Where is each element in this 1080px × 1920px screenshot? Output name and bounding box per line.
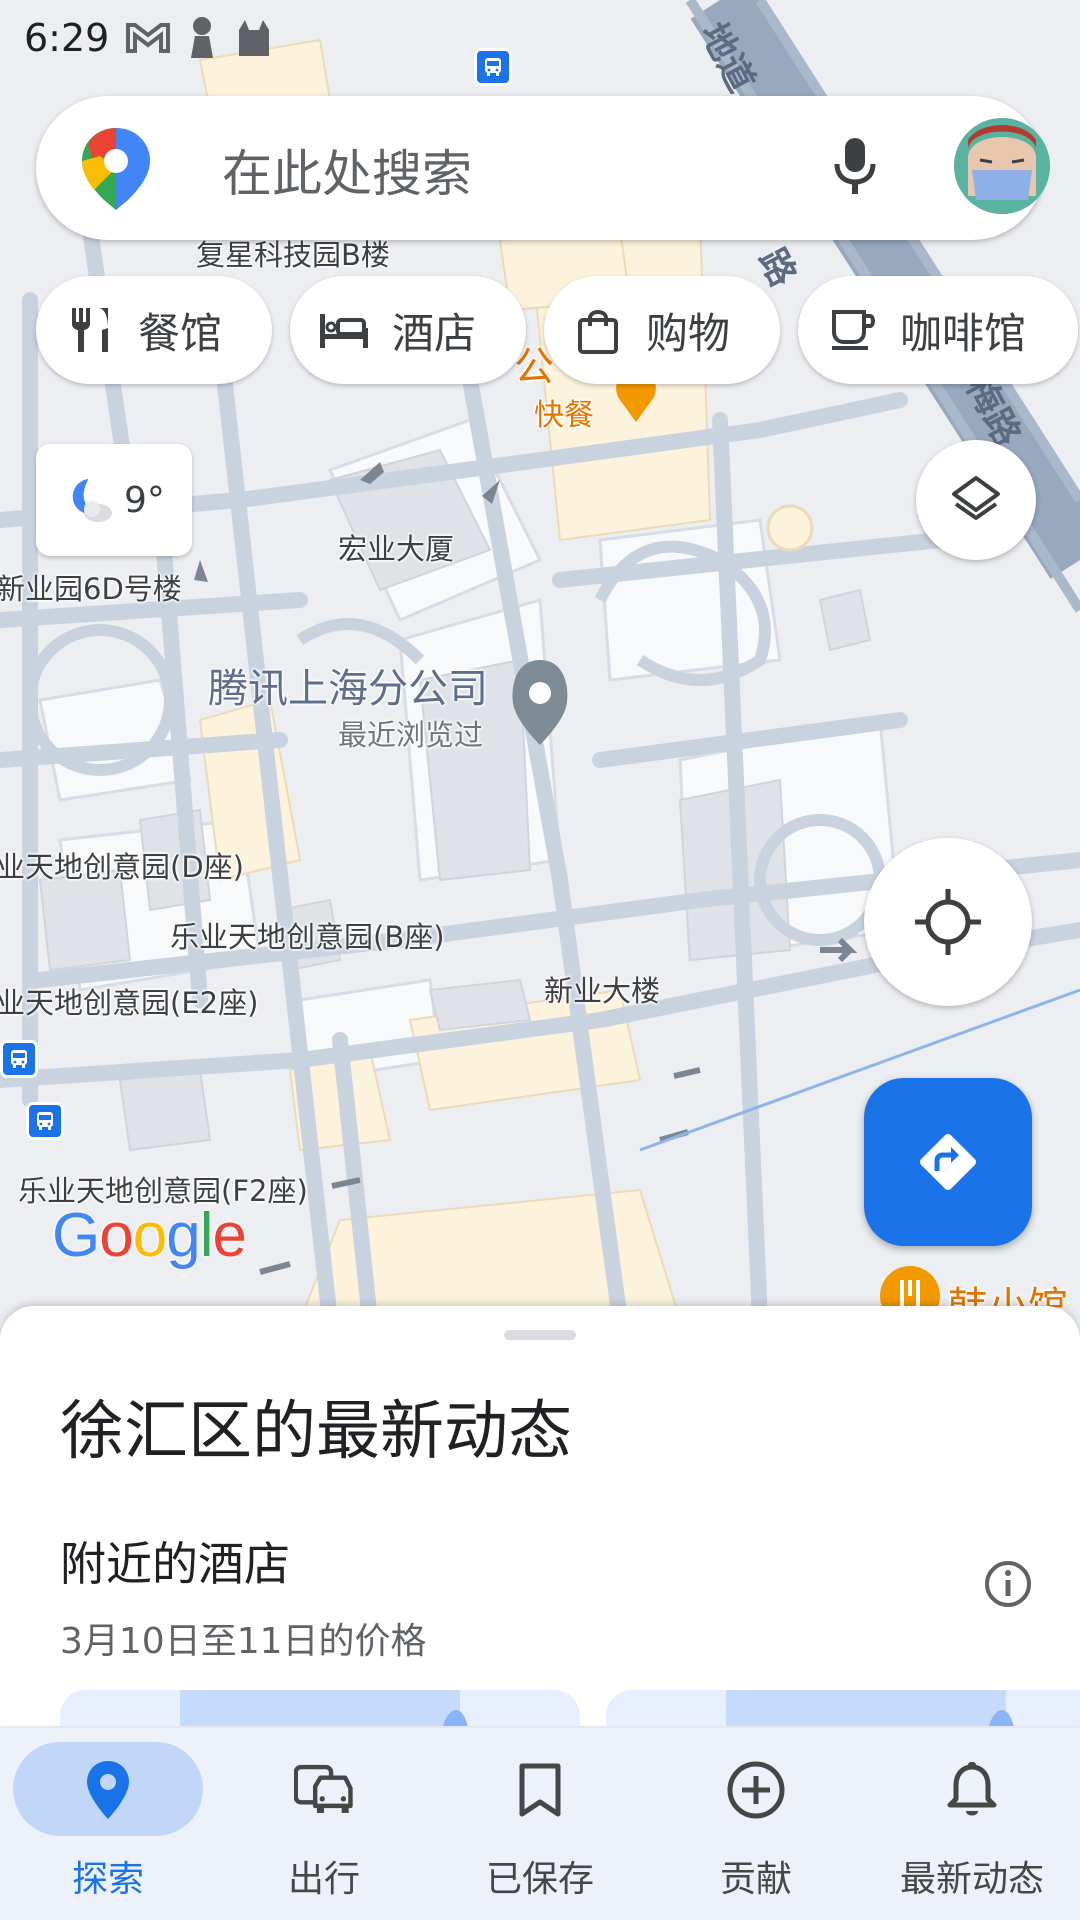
bookmark-icon — [510, 1758, 570, 1822]
gmail-notification-icon — [126, 23, 171, 53]
directions-icon — [919, 1133, 977, 1191]
shopping-bag-icon — [572, 304, 624, 356]
chip-hotels[interactable]: 酒店 — [290, 276, 526, 384]
commute-car-bus-icon — [294, 1758, 354, 1822]
bottom-navigation: 探索 出行 已保存 贡献 最新动态 — [0, 1728, 1080, 1920]
restaurant-icon — [64, 304, 116, 356]
nav-saved[interactable]: 已保存 — [432, 1728, 648, 1920]
chip-restaurants[interactable]: 餐馆 — [36, 276, 272, 384]
chip-label: 酒店 — [392, 308, 477, 358]
map-label-recent: 最近浏览过 — [338, 718, 484, 752]
notifications-bell-icon — [942, 1758, 1002, 1822]
google-logo: Google — [52, 1201, 247, 1270]
map-layers-button[interactable] — [916, 440, 1036, 560]
hotel-card[interactable] — [60, 1690, 580, 1726]
info-icon[interactable] — [982, 1558, 1034, 1610]
partly-cloudy-night-icon — [72, 479, 112, 522]
nav-explore[interactable]: 探索 — [0, 1728, 216, 1920]
nav-label: 出行 — [287, 1859, 360, 1900]
account-avatar[interactable] — [954, 118, 1050, 214]
search-bar[interactable]: 在此处搜索 — [36, 96, 1050, 240]
google-maps-logo-icon — [82, 128, 150, 210]
map-label-leye-d[interactable]: 业天地创意园(D座) — [0, 844, 244, 886]
bus-stop-icon[interactable] — [26, 1102, 64, 1140]
map-label-xinye-6d[interactable]: 新业园6D号楼 — [0, 566, 182, 608]
map-label-xinye-building[interactable]: 新业大楼 — [544, 968, 660, 1010]
cat-notification-icon — [239, 20, 270, 56]
hotel-card-image — [60, 1690, 580, 1726]
map-label-kuaican[interactable]: 快餐 — [534, 390, 594, 434]
bus-stop-icon[interactable] — [0, 1040, 38, 1078]
coffee-cup-icon — [826, 304, 878, 356]
map-label-tencent[interactable]: 腾讯上海分公司 — [208, 656, 488, 714]
weather-temperature: 9° — [124, 479, 165, 521]
status-bar: 6:29 — [0, 0, 1080, 76]
status-time: 6:29 — [24, 16, 110, 60]
microphone-icon — [834, 138, 876, 194]
sheet-title: 徐汇区的最新动态 — [60, 1395, 572, 1469]
notification-icon — [191, 17, 214, 58]
explore-pin-icon — [78, 1758, 138, 1822]
nav-label: 已保存 — [485, 1859, 594, 1900]
search-input[interactable]: 在此处搜索 — [222, 134, 472, 206]
nav-commute[interactable]: 出行 — [216, 1728, 432, 1920]
chip-label: 餐馆 — [138, 308, 223, 358]
hotel-card-image — [606, 1690, 1080, 1726]
map-label-hongye[interactable]: 宏业大厦 — [338, 526, 454, 568]
avatar-image — [954, 118, 1050, 214]
add-circle-icon — [726, 1758, 786, 1822]
chip-shopping[interactable]: 购物 — [544, 276, 780, 384]
map-label-leye-b[interactable]: 乐业天地创意园(B座) — [170, 914, 445, 956]
chip-cafes[interactable]: 咖啡馆 — [798, 276, 1078, 384]
sheet-drag-handle[interactable] — [504, 1330, 576, 1340]
section-subtitle: 3月10日至11日的价格 — [60, 1621, 427, 1662]
nav-label: 最新动态 — [899, 1859, 1044, 1900]
voice-search-button[interactable] — [818, 130, 892, 204]
bottom-sheet[interactable]: 徐汇区的最新动态 附近的酒店 3月10日至11日的价格 — [0, 1306, 1080, 1726]
weather-chip[interactable]: 9° — [36, 444, 192, 556]
chip-label: 购物 — [646, 308, 731, 358]
map-label-leye-e2[interactable]: 业天地创意园(E2座) — [0, 980, 258, 1022]
layers-icon — [952, 476, 1000, 520]
chip-label: 咖啡馆 — [900, 308, 1027, 358]
nav-label: 贡献 — [719, 1859, 792, 1900]
my-location-button[interactable] — [864, 838, 1032, 1006]
directions-button[interactable] — [864, 1078, 1032, 1246]
nav-contribute[interactable]: 贡献 — [648, 1728, 864, 1920]
hotel-bed-icon — [318, 304, 370, 356]
hotel-card[interactable] — [606, 1690, 1080, 1726]
my-location-icon — [915, 889, 981, 955]
nav-label: 探索 — [71, 1859, 144, 1900]
nav-updates[interactable]: 最新动态 — [864, 1728, 1080, 1920]
section-title: 附近的酒店 — [60, 1537, 290, 1591]
